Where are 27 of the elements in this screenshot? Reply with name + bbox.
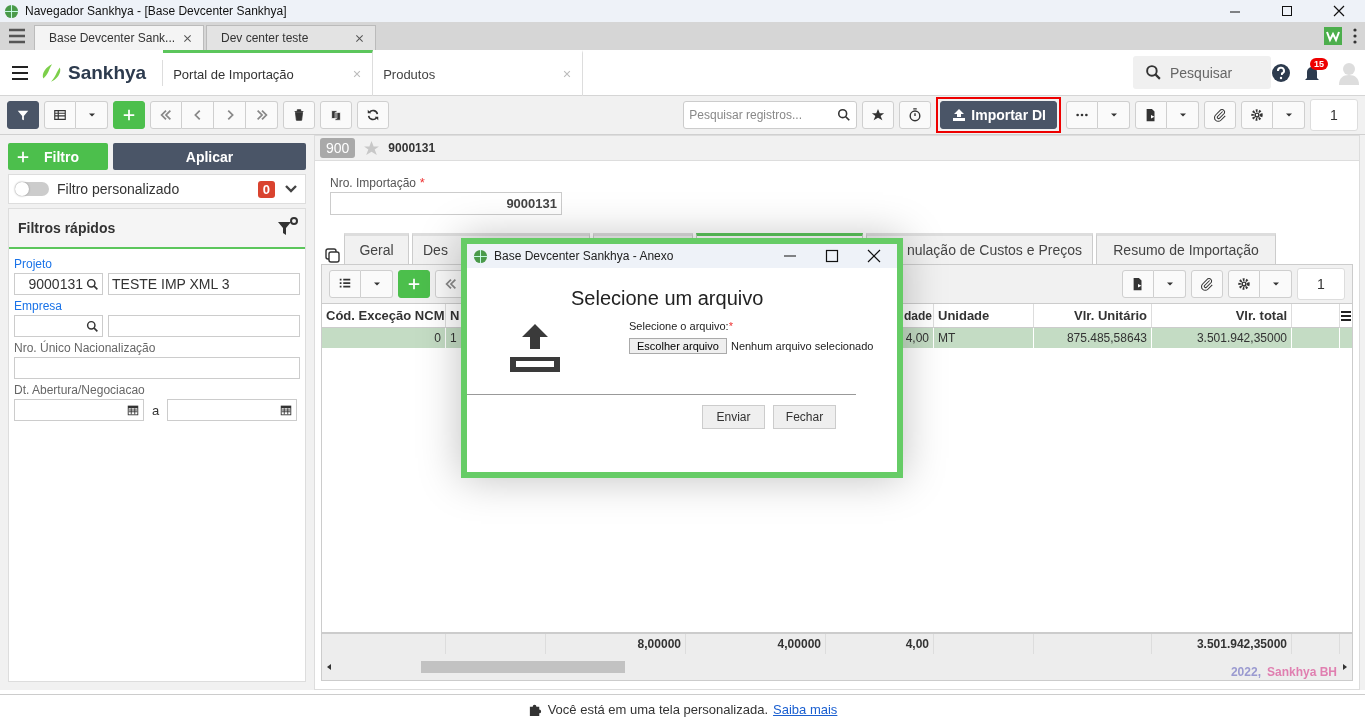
copyright-year: 2022, [1230, 665, 1261, 679]
panel-title: Filtros rápidos [18, 220, 116, 236]
page-number: 1 [1310, 99, 1358, 131]
table-cell: 0 [322, 328, 446, 348]
window-title: Navegador Sankhya - [Base Devcenter Sankhya] [25, 4, 288, 18]
record-id: 9000131 [388, 141, 436, 155]
range-separator: a [150, 402, 161, 418]
table-cell: 875.485,58643 [1034, 328, 1152, 348]
dialog-title: Base Devcenter Sankhya - Anexo [494, 249, 675, 263]
record-badge: 900 [320, 138, 356, 158]
footer-text: Você está em uma tela personalizada. [547, 701, 769, 717]
table-cell: 3.501.942,35000 [1152, 328, 1292, 348]
field-label: Dt. Abertura/Negociacao [14, 383, 146, 397]
toggle-label: Filtro personalizado [57, 181, 180, 197]
field-label: Projeto [14, 257, 54, 271]
field-label: Nro. Único Nacionalização [14, 341, 157, 355]
required-mark: * [419, 175, 425, 190]
dialog-heading: Selecione um arquivo [571, 287, 765, 310]
field-label: Nro. Importação [330, 176, 417, 190]
notification-badge: 15 [1310, 57, 1328, 70]
table-cell: MT [934, 328, 1034, 348]
count-badge: 0 [257, 180, 275, 198]
company-name: Sankhya BH [1266, 665, 1337, 679]
field-label: Selecione o arquivo:* [629, 320, 734, 332]
logo-text: Sankhya [68, 61, 147, 84]
page-number: 1 [1297, 268, 1345, 300]
field-label: Empresa [14, 299, 64, 313]
